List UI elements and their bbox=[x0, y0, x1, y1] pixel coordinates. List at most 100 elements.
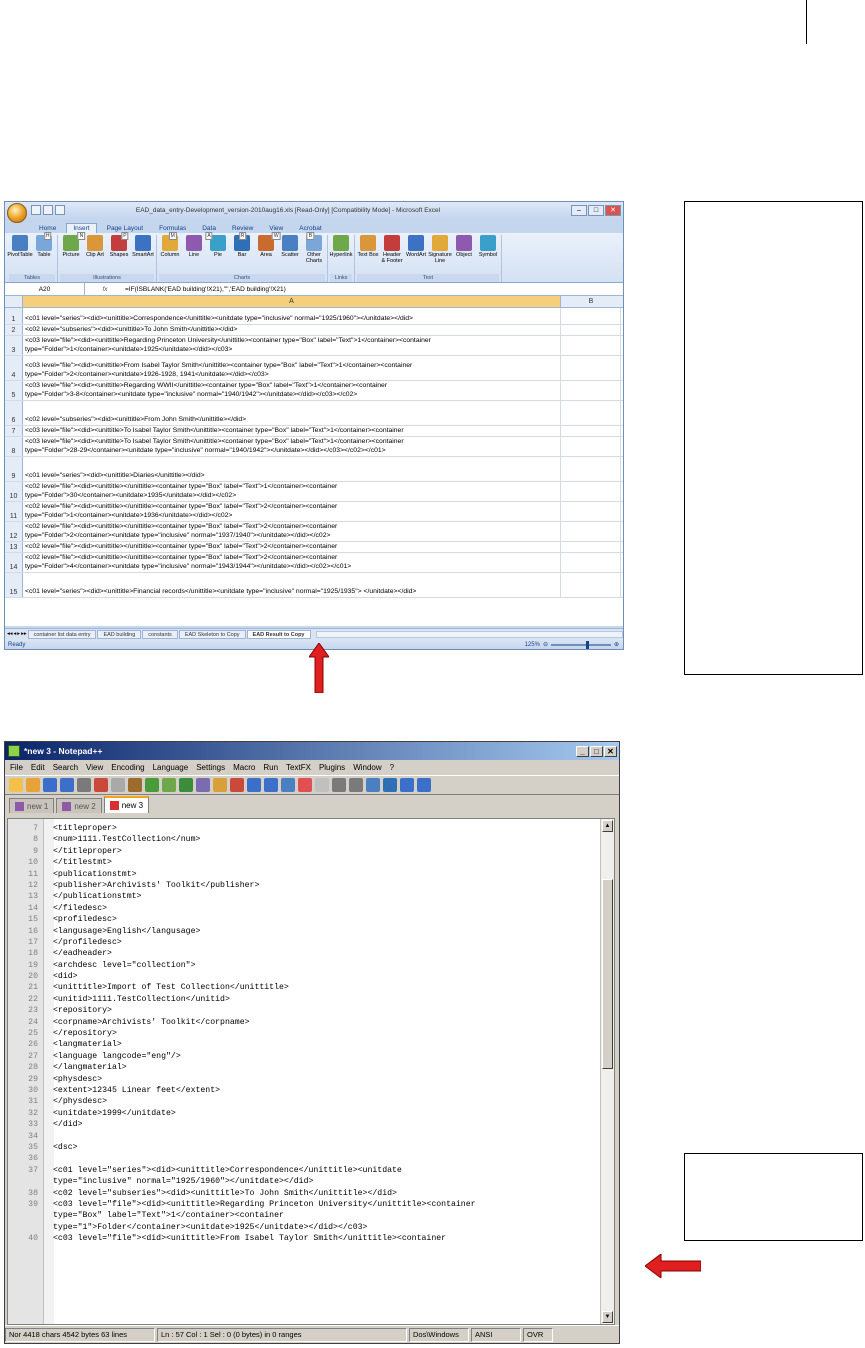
save-icon[interactable] bbox=[31, 205, 41, 215]
cell-a[interactable]: <c02 level="file"><did><unittitle></unit… bbox=[23, 542, 561, 552]
row-header[interactable]: 13 bbox=[5, 542, 23, 552]
object-button[interactable]: Object bbox=[453, 235, 475, 274]
header-footer-button[interactable]: Header & Footer bbox=[381, 235, 403, 274]
menu-run[interactable]: Run bbox=[263, 763, 278, 772]
cell-b[interactable] bbox=[561, 542, 621, 552]
cell-a[interactable]: <c03 level="file"><did><unittitle>To Isa… bbox=[23, 426, 561, 436]
symbol-button[interactable]: Symbol bbox=[477, 235, 499, 274]
menu-edit[interactable]: Edit bbox=[31, 763, 45, 772]
toolbar-icon[interactable] bbox=[196, 778, 210, 792]
cell-a[interactable]: <c02 level="file"><did><unittitle></unit… bbox=[23, 522, 561, 541]
toolbar-icon[interactable] bbox=[298, 778, 312, 792]
row-header[interactable]: 6 bbox=[5, 401, 23, 425]
menu-search[interactable]: Search bbox=[53, 763, 78, 772]
close-button[interactable]: ✕ bbox=[604, 745, 617, 757]
redo-icon[interactable] bbox=[55, 205, 65, 215]
toolbar-icon[interactable] bbox=[383, 778, 397, 792]
hyperlink-button[interactable]: Hyperlink bbox=[330, 235, 352, 274]
picture-button[interactable]: Picture bbox=[60, 235, 82, 274]
maximize-button[interactable]: □ bbox=[588, 205, 604, 216]
cell-b[interactable] bbox=[561, 553, 621, 572]
ribbon-tab-home[interactable]: Home H bbox=[33, 224, 62, 240]
ribbon-tab-review[interactable]: Review R bbox=[226, 224, 259, 240]
cell-a[interactable]: <c02 level="file"><did><unittitle></unit… bbox=[23, 482, 561, 501]
maximize-button[interactable]: □ bbox=[590, 745, 603, 757]
toolbar-icon[interactable] bbox=[400, 778, 414, 792]
menu-language[interactable]: Language bbox=[153, 763, 189, 772]
cell-a[interactable]: <c01 level="series"><did><unittitle>Diar… bbox=[23, 457, 561, 481]
menu-[interactable]: ? bbox=[390, 763, 394, 772]
undo-icon[interactable] bbox=[43, 205, 53, 215]
horizontal-scrollbar[interactable] bbox=[315, 630, 623, 638]
column-header-b[interactable]: B bbox=[561, 296, 621, 307]
cell-b[interactable] bbox=[561, 457, 621, 481]
select-all-corner[interactable] bbox=[5, 296, 23, 307]
zoom-in-icon[interactable]: ⊕ bbox=[614, 641, 619, 648]
toolbar-icon[interactable] bbox=[349, 778, 363, 792]
minimize-button[interactable]: – bbox=[571, 205, 587, 216]
cell-b[interactable] bbox=[561, 522, 621, 541]
row-header[interactable]: 12 bbox=[5, 522, 23, 541]
cell-b[interactable] bbox=[561, 482, 621, 501]
toolbar-icon[interactable] bbox=[315, 778, 329, 792]
zoom-slider[interactable] bbox=[550, 640, 611, 649]
cell-b[interactable] bbox=[561, 356, 621, 380]
tab-new-2[interactable]: new 2 bbox=[56, 798, 102, 813]
cell-b[interactable] bbox=[561, 381, 621, 400]
menu-textfx[interactable]: TextFX bbox=[286, 763, 311, 772]
clip-art-button[interactable]: Clip Art bbox=[84, 235, 106, 274]
cell-b[interactable] bbox=[561, 502, 621, 521]
vertical-scrollbar[interactable]: ▲ ▼ bbox=[600, 819, 614, 1324]
row-header[interactable]: 9 bbox=[5, 457, 23, 481]
cell-a[interactable]: <c02 level="subseries"><did><unittitle>F… bbox=[23, 401, 561, 425]
toolbar-icon[interactable] bbox=[213, 778, 227, 792]
toolbar-icon[interactable] bbox=[281, 778, 295, 792]
cell-b[interactable] bbox=[561, 401, 621, 425]
sheet-tab[interactable]: container list data entry bbox=[27, 629, 97, 639]
row-header[interactable]: 4 bbox=[5, 356, 23, 380]
cell-a[interactable]: <c03 level="file"><did><unittitle>To Isa… bbox=[23, 437, 561, 456]
row-header[interactable]: 5 bbox=[5, 381, 23, 400]
toolbar-icon[interactable] bbox=[264, 778, 278, 792]
row-header[interactable]: 11 bbox=[5, 502, 23, 521]
table-button[interactable]: Table bbox=[33, 235, 55, 274]
zoom-level[interactable]: 125% bbox=[525, 642, 540, 648]
ribbon-tab-page-layout[interactable]: Page Layout P bbox=[101, 224, 150, 240]
row-header[interactable]: 2 bbox=[5, 325, 23, 335]
smartart-button[interactable]: SmartArt bbox=[132, 235, 154, 274]
toolbar-icon[interactable] bbox=[43, 778, 57, 792]
scatter-button[interactable]: Scatter bbox=[279, 235, 301, 274]
menu-view[interactable]: View bbox=[86, 763, 103, 772]
sheet-nav-icon[interactable]: ▸▸ bbox=[21, 631, 27, 637]
row-header[interactable]: 15 bbox=[5, 573, 23, 597]
toolbar-icon[interactable] bbox=[179, 778, 193, 792]
row-header[interactable]: 3 bbox=[5, 336, 23, 355]
fx-icon[interactable]: fx bbox=[85, 286, 125, 293]
scroll-thumb[interactable] bbox=[602, 879, 613, 1069]
area-button[interactable]: Area bbox=[255, 235, 277, 274]
menu-window[interactable]: Window bbox=[353, 763, 381, 772]
menu-encoding[interactable]: Encoding bbox=[111, 763, 144, 772]
ribbon-tab-data[interactable]: Data A bbox=[196, 224, 222, 240]
toolbar-icon[interactable] bbox=[128, 778, 142, 792]
row-header[interactable]: 10 bbox=[5, 482, 23, 501]
row-header[interactable]: 1 bbox=[5, 308, 23, 324]
other-charts-button[interactable]: Other Charts bbox=[303, 235, 325, 274]
sheet-nav-icon[interactable]: ◂ bbox=[14, 631, 17, 637]
sheet-tab[interactable]: EAD Result to Copy bbox=[246, 629, 311, 639]
cell-b[interactable] bbox=[561, 336, 621, 355]
cell-a[interactable]: <c03 level="file"><did><unittitle>Regard… bbox=[23, 381, 561, 400]
cell-b[interactable] bbox=[561, 573, 621, 597]
cell-a[interactable]: <c02 level="subseries"><did><unittitle>T… bbox=[23, 325, 561, 335]
pie-button[interactable]: Pie bbox=[207, 235, 229, 274]
cell-a[interactable]: <c01 level="series"><did><unittitle>Fina… bbox=[23, 573, 561, 597]
toolbar-icon[interactable] bbox=[145, 778, 159, 792]
tab-new-1[interactable]: new 1 bbox=[9, 798, 55, 813]
pivottable-button[interactable]: PivotTable bbox=[7, 235, 33, 274]
name-box[interactable]: A20 bbox=[5, 283, 85, 295]
cell-a[interactable]: <c02 level="file"><did><unittitle></unit… bbox=[23, 502, 561, 521]
signature-line-button[interactable]: Signature Line bbox=[428, 235, 452, 274]
bar-button[interactable]: Bar bbox=[231, 235, 253, 274]
toolbar-icon[interactable] bbox=[77, 778, 91, 792]
toolbar-icon[interactable] bbox=[94, 778, 108, 792]
